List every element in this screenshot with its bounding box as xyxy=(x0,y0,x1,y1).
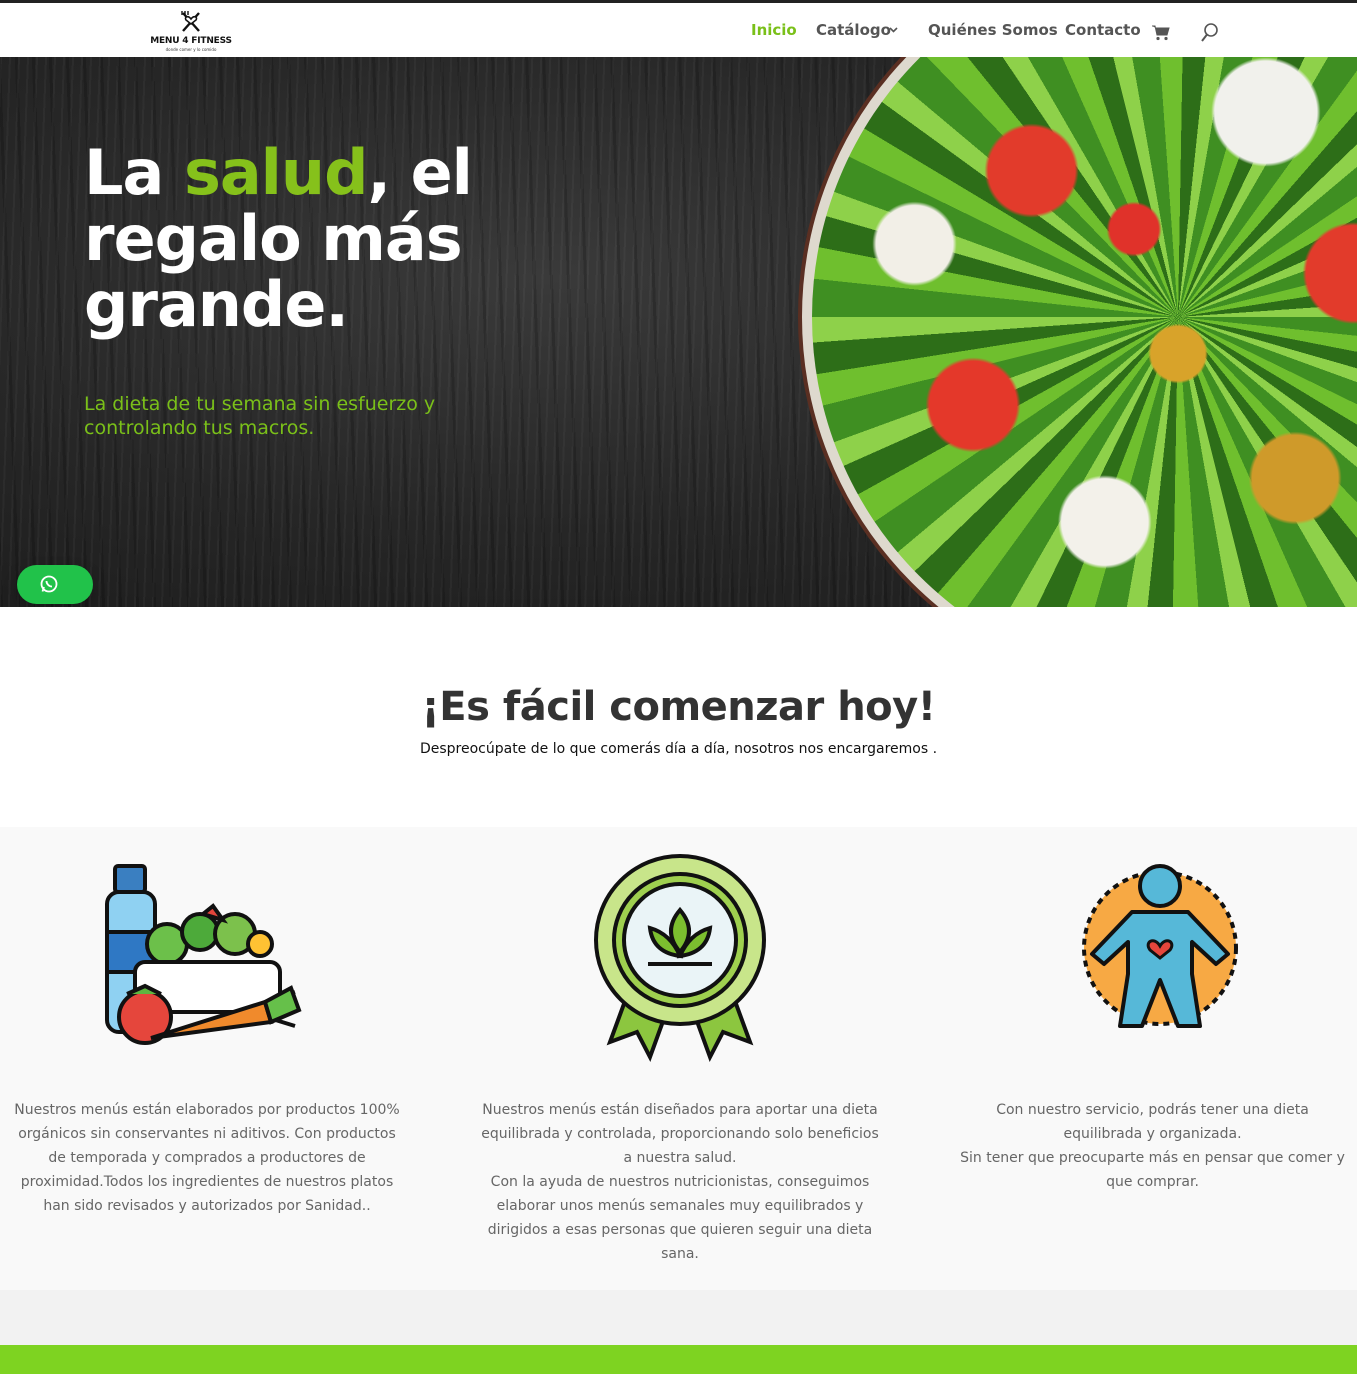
feature-text-2-body: Nuestros menús están diseñados para apor… xyxy=(481,1102,879,1262)
footer-green-band xyxy=(0,1345,1357,1374)
spacer-section xyxy=(0,1290,1357,1345)
hero-banner: La salud, el regalo más grande. La dieta… xyxy=(0,57,1357,607)
whatsapp-button[interactable] xyxy=(17,565,93,604)
brand-name: MENU 4 FITNESS xyxy=(150,36,232,46)
brand-tagline: donde comer y lo comido xyxy=(165,47,217,52)
hero-title-line3: grande. xyxy=(84,268,349,341)
chevron-down-icon[interactable] xyxy=(889,25,898,36)
fork-knife-heart-icon xyxy=(181,11,200,32)
intro-title: ¡Es fácil comenzar hoy! xyxy=(421,684,936,730)
hero-title-line2: regalo más xyxy=(84,202,463,275)
hero-subtitle: La dieta de tu semana sin esfuerzo y con… xyxy=(84,393,436,439)
hero-title-post: , el xyxy=(367,136,472,209)
hero-title-pre: La xyxy=(84,136,184,209)
feature-text-1-body: Nuestros menús están elaborados por prod… xyxy=(14,1102,400,1214)
nav-item-quienes-somos[interactable]: Quiénes Somos xyxy=(928,21,1058,39)
feature-text-3-body: Con nuestro servicio, podrás tener una d… xyxy=(960,1102,1345,1190)
nav-item-inicio[interactable]: Inicio xyxy=(751,21,797,39)
healthy-food-icon xyxy=(95,862,305,1052)
search-icon[interactable] xyxy=(1201,23,1219,43)
healthy-body-icon xyxy=(1080,862,1242,1032)
site-header: MENU 4 FITNESS donde comer y lo comido I… xyxy=(0,3,1357,57)
quality-badge-icon xyxy=(592,852,768,1062)
salad-image xyxy=(812,57,1357,607)
hero-title: La salud, el regalo más grande. xyxy=(84,140,473,341)
nav-item-contacto[interactable]: Contacto xyxy=(1065,21,1141,39)
whatsapp-icon xyxy=(39,574,59,594)
cart-icon[interactable] xyxy=(1152,25,1170,41)
feature-text-2: Nuestros menús están diseñados para apor… xyxy=(475,1098,885,1266)
brand-logo[interactable]: MENU 4 FITNESS donde comer y lo comido xyxy=(150,9,232,53)
intro-subtitle: Despreocúpate de lo que comerás día a dí… xyxy=(419,741,938,757)
hero-title-highlight: salud xyxy=(183,136,369,209)
nav-item-catalogo[interactable]: Catálogo xyxy=(816,21,891,39)
feature-text-3: Con nuestro servicio, podrás tener una d… xyxy=(955,1098,1350,1194)
feature-text-1: Nuestros menús están elaborados por prod… xyxy=(12,1098,402,1218)
